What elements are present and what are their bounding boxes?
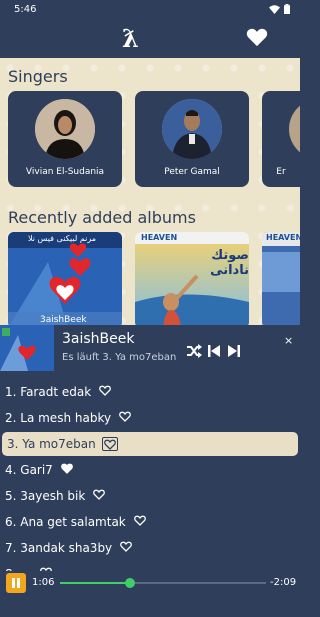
album-cover-badge: HEAVEN (141, 233, 178, 242)
main-content: Singers Vivian El-Sudania Peter Gamal Er… (0, 58, 300, 325)
like-heart-icon[interactable] (133, 515, 146, 529)
album-cover[interactable]: مرنم لبيكنى فيس نلا 3aishBeek (8, 232, 122, 325)
album-cover-top-text: مرنم لبيكنى فيس نلا (28, 234, 97, 243)
like-heart-icon[interactable] (93, 489, 106, 503)
pause-icon (12, 578, 20, 588)
app-logo[interactable]: ƛ (122, 24, 139, 53)
singer-name: Vivian El-Sudania (25, 167, 105, 177)
shuffle-icon[interactable] (186, 344, 202, 358)
albums-section-title: Recently added albums (8, 208, 196, 227)
track-title: 4. Gari7 (5, 463, 53, 477)
track-row[interactable]: 1. Faradt edak (0, 380, 300, 404)
singer-name: Er (276, 167, 286, 177)
seek-bar-handle[interactable] (125, 578, 136, 588)
now-playing-cover[interactable] (0, 325, 54, 371)
singer-card[interactable]: Er (262, 91, 300, 187)
now-playing-subtitle: Es läuft 3. Ya mo7eban (62, 352, 177, 363)
pause-button[interactable] (6, 573, 26, 593)
track-title: 2. La mesh habky (5, 411, 112, 425)
battery-icon (284, 4, 290, 14)
next-track-icon[interactable] (228, 344, 240, 358)
track-title: 3. Ya mo7eban (7, 437, 96, 451)
wifi-icon (269, 4, 280, 14)
singer-card[interactable]: Vivian El-Sudania (8, 91, 122, 187)
like-heart-icon[interactable] (120, 541, 133, 555)
status-time: 5:46 (14, 3, 37, 15)
album-cover-bottom-text: 3aishBeek (40, 315, 87, 325)
previous-track-icon[interactable] (208, 344, 220, 358)
album-cover-badge: HEAVEN (266, 233, 300, 242)
track-row[interactable]: 5. 3ayesh bik (0, 484, 300, 508)
status-icons (269, 4, 290, 14)
album-cover[interactable]: HEAVEN (262, 232, 300, 325)
track-row[interactable]: 4. Gari7 (0, 458, 300, 482)
like-heart-icon[interactable] (99, 385, 112, 399)
time-elapsed: 1:06 (32, 577, 55, 588)
album-cover[interactable]: HEAVEN صوتك نادانى (135, 232, 249, 325)
singers-section-title: Singers (8, 67, 68, 86)
status-bar: 5:46 (0, 0, 300, 18)
now-playing-title: 3aishBeek (62, 331, 135, 347)
seek-bar-fill (60, 582, 131, 584)
album-cover-title: صوتك نادانى (210, 248, 249, 278)
like-heart-icon[interactable] (101, 437, 118, 451)
favorites-heart-icon[interactable] (246, 27, 268, 47)
track-row[interactable]: 6. Ana get salamtak (0, 510, 300, 534)
like-heart-icon[interactable] (60, 463, 73, 477)
seek-bar[interactable] (60, 578, 266, 588)
track-title: 5. 3ayesh bik (5, 489, 86, 503)
like-heart-icon[interactable] (119, 411, 131, 425)
track-title: 1. Faradt edak (5, 385, 92, 399)
app-bar: ƛ (0, 18, 300, 58)
playback-bar: 1:06 -2:09 (0, 571, 300, 595)
track-row[interactable]: 3. Ya mo7eban (2, 432, 298, 456)
singer-avatar (35, 99, 95, 159)
time-remaining: -2:09 (270, 577, 297, 588)
singer-avatar (289, 99, 300, 159)
close-player-button[interactable]: × (284, 334, 293, 347)
track-title: 6. Ana get salamtak (5, 515, 126, 529)
track-title: 7. 3andak sha3by (5, 541, 113, 555)
track-row[interactable]: 2. La mesh habky (0, 406, 300, 430)
track-row[interactable]: 7. 3andak sha3by (0, 536, 300, 560)
now-playing-panel: 3aishBeek Es läuft 3. Ya mo7eban × 1. Fa… (0, 325, 300, 617)
singer-avatar (162, 99, 222, 159)
